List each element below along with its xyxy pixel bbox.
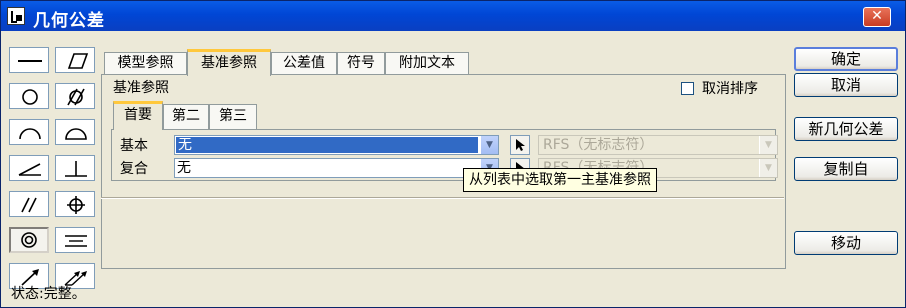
basic-datum-select[interactable]: 无 ▼ xyxy=(174,135,499,155)
unsort-checkbox[interactable] xyxy=(681,82,694,95)
window-title: 几何公差 xyxy=(33,11,105,31)
ok-button[interactable]: 确定 xyxy=(794,47,898,71)
copy-from-button[interactable]: 复制自 xyxy=(794,157,898,181)
cancel-button[interactable]: 取消 xyxy=(794,73,898,97)
tooltip: 从列表中选取第一主基准参照 xyxy=(463,168,657,192)
symmetry-icon[interactable] xyxy=(55,227,95,253)
basic-label: 基本 xyxy=(120,138,148,154)
compound-datum-select[interactable]: 无 ▼ xyxy=(174,158,499,178)
title-bar: 几何公差 ✕ xyxy=(1,1,905,31)
datum-subpanel: 基本 无 ▼ RFS（无标志符） ▼ 复合 无 ▼ RFS（无标志符） xyxy=(111,129,778,181)
compound-label: 复合 xyxy=(120,161,148,177)
panel-divider xyxy=(101,197,784,199)
tab-datum-reference[interactable]: 基准参照 xyxy=(187,49,271,76)
cylindricity-icon[interactable] xyxy=(55,83,95,109)
move-button[interactable]: 移动 xyxy=(794,231,898,255)
circularity-icon[interactable] xyxy=(9,83,49,109)
perpendicularity-icon[interactable] xyxy=(55,155,95,181)
tab-control: 模型参照 基准参照 公差值 符号 附加文本 基准参照 取消排序 首要 第二 第三… xyxy=(101,49,786,269)
status-text: 状态:完整。 xyxy=(11,286,86,302)
angularity-icon[interactable] xyxy=(9,155,49,181)
subtab-secondary[interactable]: 第二 xyxy=(163,104,209,129)
concentricity-icon[interactable] xyxy=(9,227,49,253)
basic-datum-value: 无 xyxy=(176,137,478,153)
parallelism-icon[interactable] xyxy=(9,191,49,217)
group-label: 基准参照 xyxy=(113,80,169,96)
tab-tolerance-value[interactable]: 公差值 xyxy=(271,52,337,75)
pointer-icon xyxy=(516,139,525,151)
app-icon xyxy=(7,7,25,25)
new-tolerance-button[interactable]: 新几何公差 xyxy=(794,117,898,141)
close-icon[interactable]: ✕ xyxy=(863,7,891,27)
flatness-icon[interactable] xyxy=(55,47,95,73)
subtab-tertiary[interactable]: 第三 xyxy=(209,104,257,129)
surface-profile-icon[interactable] xyxy=(55,119,95,145)
tab-additional-text[interactable]: 附加文本 xyxy=(385,52,469,75)
chevron-down-icon[interactable]: ▼ xyxy=(480,136,498,154)
unsort-checkbox-label[interactable]: 取消排序 xyxy=(702,78,758,98)
position-icon[interactable] xyxy=(55,191,95,217)
basic-rfs-value: RFS（无标志符） xyxy=(543,137,654,153)
geometric-tolerance-dialog: 几何公差 ✕ 模型参照 基准参照 公差值 符号 附加文本 基准参照 取消排序 首… xyxy=(0,0,906,308)
straightness-icon[interactable] xyxy=(9,47,49,73)
subtab-primary[interactable]: 首要 xyxy=(113,101,163,130)
basic-rfs-select: RFS（无标志符） ▼ xyxy=(538,135,778,155)
line-profile-icon[interactable] xyxy=(9,119,49,145)
tab-model-reference[interactable]: 模型参照 xyxy=(104,52,187,75)
chevron-down-icon: ▼ xyxy=(759,159,777,177)
select-datum-button[interactable] xyxy=(510,135,530,155)
compound-datum-value: 无 xyxy=(177,160,191,176)
chevron-down-icon: ▼ xyxy=(759,136,777,154)
tab-symbol[interactable]: 符号 xyxy=(337,52,385,75)
